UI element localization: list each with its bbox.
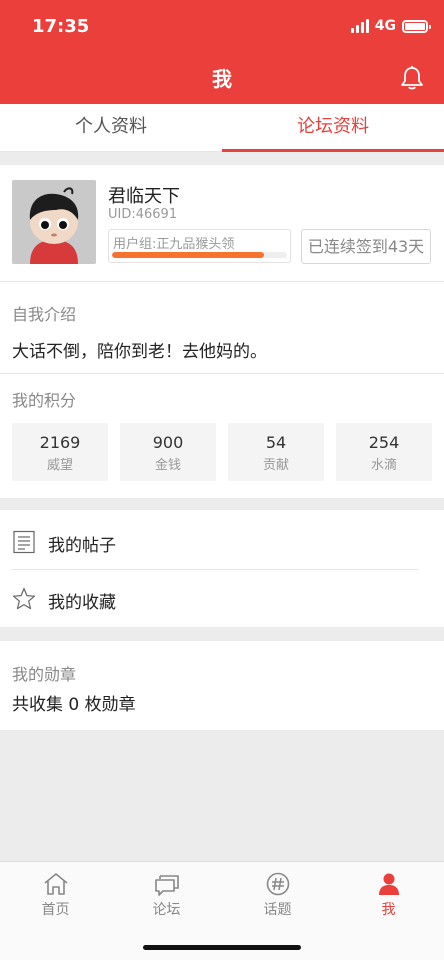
nav-label: 论坛 <box>152 902 181 918</box>
tab-personal-info[interactable]: 个人资料 <box>0 104 222 151</box>
profile-tabs: 个人资料 论坛资料 <box>0 104 444 152</box>
menu-my-posts[interactable]: 我的帖子 <box>0 514 444 570</box>
menu-label: 我的收藏 <box>48 593 116 613</box>
nav-forum[interactable]: 论坛 <box>111 872 222 919</box>
point-value: 54 <box>265 433 287 452</box>
menu-my-favorites[interactable]: 我的收藏 <box>0 571 444 627</box>
bell-icon[interactable] <box>398 64 426 92</box>
point-label: 水滴 <box>370 458 397 473</box>
checkin-button[interactable]: 已连续签到43天 <box>301 229 431 264</box>
avatar-image <box>12 180 96 264</box>
points-grid: 2169 威望 900 金钱 54 贡献 254 水滴 <box>12 423 432 481</box>
point-label: 贡献 <box>262 458 289 473</box>
divider <box>12 569 418 570</box>
medals-title: 我的勋章 <box>12 665 77 684</box>
section-gap <box>0 627 444 641</box>
point-value: 254 <box>368 433 400 452</box>
point-water: 254 水滴 <box>336 423 432 481</box>
status-time: 17:35 <box>32 16 90 37</box>
point-value: 2169 <box>39 433 81 452</box>
point-label: 金钱 <box>154 458 181 473</box>
nav-label: 我 <box>381 902 396 918</box>
medal-count: 共收集 0 枚勋章 <box>12 695 136 715</box>
point-label: 威望 <box>46 458 73 473</box>
point-value: 900 <box>152 433 184 452</box>
home-icon <box>43 873 68 895</box>
point-contribution: 54 贡献 <box>228 423 324 481</box>
star-icon <box>12 587 36 610</box>
user-uid: UID:46691 <box>108 207 178 222</box>
network-label: 4G <box>374 18 396 34</box>
menu-label: 我的帖子 <box>48 536 116 556</box>
point-money: 900 金钱 <box>120 423 216 481</box>
status-indicators: 4G <box>350 18 431 34</box>
group-progress-fill <box>112 252 265 258</box>
tab-forum-info[interactable]: 论坛资料 <box>222 104 444 152</box>
points-title: 我的积分 <box>12 391 77 410</box>
person-icon <box>378 873 399 895</box>
nav-topics[interactable]: 话题 <box>222 872 333 919</box>
intro-text: 大话不倒，陪你到老！去他妈的。 <box>12 342 267 362</box>
intro-title: 自我介绍 <box>12 305 77 324</box>
page-title: 我 <box>212 67 232 91</box>
divider <box>0 373 444 374</box>
avatar[interactable] <box>12 180 96 264</box>
user-group-level: 用户组:正九品猴头领 <box>108 229 291 263</box>
hashtag-icon <box>266 872 289 896</box>
point-prestige: 2169 威望 <box>12 423 108 481</box>
battery-icon <box>402 19 431 33</box>
profile-panel: 君临天下 UID:46691 用户组:正九品猴头领 已连续签到43天 自我介绍 … <box>0 165 444 730</box>
app-header: 17:35 4G 我 <box>0 0 444 104</box>
nav-me[interactable]: 我 <box>333 872 444 919</box>
signal-icon <box>350 19 369 33</box>
home-indicator[interactable] <box>143 945 301 950</box>
nav-label: 话题 <box>263 902 292 918</box>
user-group-label: 用户组:正九品猴头领 <box>113 237 235 252</box>
group-progress-track <box>112 252 287 258</box>
divider <box>0 281 444 282</box>
username: 君临天下 <box>108 186 180 207</box>
section-gap <box>0 498 444 510</box>
chat-icon <box>154 875 179 896</box>
document-icon <box>13 530 35 554</box>
nav-label: 首页 <box>41 902 70 918</box>
nav-home[interactable]: 首页 <box>0 872 111 919</box>
